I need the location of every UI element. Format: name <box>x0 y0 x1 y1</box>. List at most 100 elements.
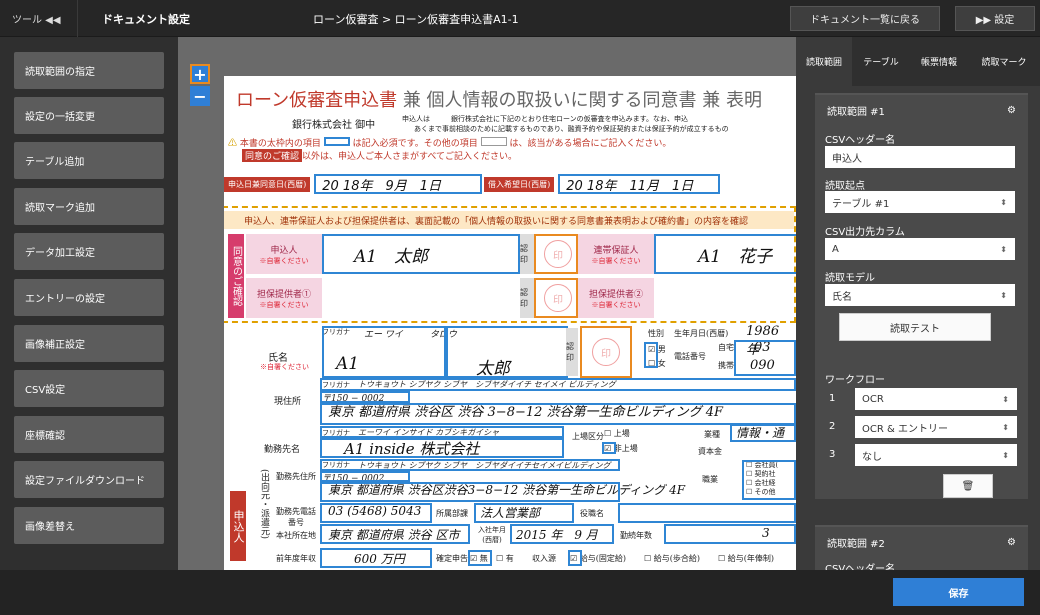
name-note: ※自署ください <box>260 363 309 371</box>
workflow-num-3: 3 <box>829 449 836 460</box>
listing-box[interactable] <box>602 442 616 454</box>
doc-title-red: ローン仮審査申込書 <box>236 90 398 111</box>
stamp-2-box[interactable] <box>534 278 578 318</box>
tab-form-info[interactable]: 帳票情報 <box>910 37 968 86</box>
tax-yes: ☐ 有 <box>496 554 514 563</box>
loan-date-label: 借入希望日(西暦) <box>484 176 555 192</box>
csv-header-label: CSVヘッダー名 <box>825 135 896 146</box>
position-label: 役職名 <box>580 509 604 518</box>
tool-collapse-button[interactable]: ツール ◀◀ <box>0 0 78 37</box>
workflow-value-1: OCR <box>862 393 884 405</box>
nav-item-coordinate-check[interactable]: 座標確認 <box>14 416 164 453</box>
trash-icon[interactable]: 🗑 <box>943 474 993 498</box>
nav-item-read-range[interactable]: 読取範囲の指定 <box>14 52 164 89</box>
origin-label: 読取起点 <box>825 181 865 192</box>
warn-text-2: 以外は、申込人ご本人さまがすべてご記入ください。 <box>302 152 518 162</box>
consent-section: 申込人、連帯保証人および担保提供者は、裏面記載の「個人情報の取扱いに関する同意書… <box>224 206 796 323</box>
work-box[interactable] <box>320 438 564 458</box>
address-zip-box[interactable] <box>320 391 410 403</box>
work-phone-label: 勤務先電話番号 <box>276 507 316 527</box>
join-label: 入社年月(西暦) <box>478 526 506 544</box>
zoom-in-button[interactable]: + <box>190 64 210 84</box>
name-mei-box[interactable] <box>446 326 568 378</box>
address-box[interactable] <box>320 403 796 425</box>
join-box[interactable] <box>510 524 614 544</box>
doc-intro-2: あくまで事前相談のために記載するものであり、融資予約や保証契約または保証予約が成… <box>414 125 729 133</box>
nav-item-bulk-change[interactable]: 設定の一括変更 <box>14 97 164 134</box>
address-furi-box[interactable] <box>320 378 796 391</box>
position-box[interactable] <box>618 503 796 523</box>
source-2: ☐ 給与(歩合給) <box>644 554 700 563</box>
stamp-1-box[interactable] <box>534 234 578 274</box>
income-box[interactable] <box>320 548 432 568</box>
work-furi-box[interactable] <box>320 426 564 438</box>
gender-box[interactable] <box>644 342 658 368</box>
industry-box[interactable] <box>730 424 796 442</box>
origin-select[interactable]: テーブル #1 ⬍ <box>825 191 1015 213</box>
consent-heading: 申込人、連帯保証人および担保提供者は、裏面記載の「個人情報の取扱いに関する同意書… <box>224 211 794 229</box>
gear-icon[interactable]: ⚙ <box>1007 537 1016 548</box>
back-to-list-button[interactable]: ドキュメント一覧に戻る <box>790 6 940 31</box>
doc-bank-name: 銀行株式会社 御中 <box>292 120 376 131</box>
workflow-select-3[interactable]: なし ⬍ <box>855 444 1017 466</box>
dept-box[interactable] <box>474 503 574 523</box>
model-select[interactable]: 氏名 ⬍ <box>825 284 1015 306</box>
guarantor-label: 連帯保証人 <box>593 245 639 256</box>
applicant-signature-box[interactable] <box>322 234 520 274</box>
warning-icon: ⚠ <box>228 139 238 149</box>
nav-item-data-processing[interactable]: データ加工設定 <box>14 233 164 270</box>
nav-item-settings-download[interactable]: 設定ファイルダウンロード <box>14 461 164 498</box>
work-phone-box[interactable] <box>320 503 432 523</box>
loan-date-value: 20 18年 11月 1日 <box>558 174 721 194</box>
nav-item-entry-settings[interactable]: エントリーの設定 <box>14 279 164 316</box>
zoom-out-button[interactable]: − <box>190 86 210 106</box>
nav-item-add-read-mark[interactable]: 読取マーク追加 <box>14 188 164 225</box>
save-button[interactable]: 保存 <box>893 578 1024 606</box>
tab-table[interactable]: テーブル <box>852 37 910 86</box>
read-test-button[interactable]: 読取テスト <box>839 313 991 341</box>
tax-box[interactable] <box>468 550 492 566</box>
source-label: 収入源 <box>532 554 556 563</box>
years-label: 勤続年数 <box>620 531 652 540</box>
years-box[interactable] <box>664 524 796 544</box>
guarantor-signature-box[interactable] <box>654 234 796 274</box>
nav-item-replace-image[interactable]: 画像差替え <box>14 507 164 544</box>
tool-header: ツール ◀◀ ドキュメント設定 <box>0 0 197 37</box>
chevron-updown-icon: ⬍ <box>1002 394 1009 404</box>
nav-item-csv-settings[interactable]: CSV設定 <box>14 370 164 407</box>
csv-col-select[interactable]: A ⬍ <box>825 238 1015 260</box>
hq-box[interactable] <box>320 524 470 544</box>
work-addr-zip-box[interactable] <box>320 471 410 482</box>
settings-button[interactable]: ▶▶ 設定 <box>955 6 1035 31</box>
range-card-1-title: 読取範囲 #1 <box>827 106 885 118</box>
workflow-select-2[interactable]: OCR & エントリー ⬍ <box>855 416 1017 438</box>
nav-item-add-table[interactable]: テーブル追加 <box>14 142 164 179</box>
optional-box-sample <box>480 137 507 146</box>
loan-date-row: 借入希望日(西暦) 20 18年 11月 1日 <box>484 174 721 194</box>
chevron-updown-icon: ⬍ <box>1002 422 1009 432</box>
nav-item-image-correction[interactable]: 画像補正設定 <box>14 325 164 362</box>
applicant-label: 申込人 <box>270 245 298 256</box>
name-sei-box[interactable] <box>322 326 446 378</box>
dept-label: 所属部課 <box>436 509 468 518</box>
job-box[interactable] <box>742 460 796 500</box>
range-card-1-header: 読取範囲 #1 ⚙ <box>815 95 1028 125</box>
collateral2-label: 担保提供者② <box>588 289 643 300</box>
workflow-select-1[interactable]: OCR ⬍ <box>855 388 1017 410</box>
source-box[interactable] <box>568 550 582 566</box>
tab-read-range[interactable]: 読取範囲 <box>796 37 852 86</box>
address-label: 現住所 <box>274 397 302 407</box>
doc-title: ローン仮審査申込書 兼 個人情報の取扱いに関する同意書 兼 表明 <box>236 86 762 112</box>
work-addr-furi-box[interactable] <box>320 459 620 471</box>
csv-header-input[interactable]: 申込人 <box>825 146 1015 168</box>
tax-label: 確定申告 <box>436 554 468 563</box>
phone-mobile-label: 携帯 <box>718 361 734 370</box>
seal-label-1: 認印 <box>520 234 534 274</box>
work-addr-box[interactable] <box>320 482 620 502</box>
phone-box[interactable] <box>734 340 796 376</box>
gear-icon[interactable]: ⚙ <box>1007 105 1016 116</box>
document-canvas[interactable]: + − ローン仮審査申込書 兼 個人情報の取扱いに関する同意書 兼 表明 銀行株… <box>178 37 796 570</box>
csv-col-label: CSV出力先カラム <box>825 227 905 238</box>
tab-read-mark[interactable]: 読取マーク <box>968 37 1040 86</box>
name-stamp: 印 <box>592 338 620 366</box>
